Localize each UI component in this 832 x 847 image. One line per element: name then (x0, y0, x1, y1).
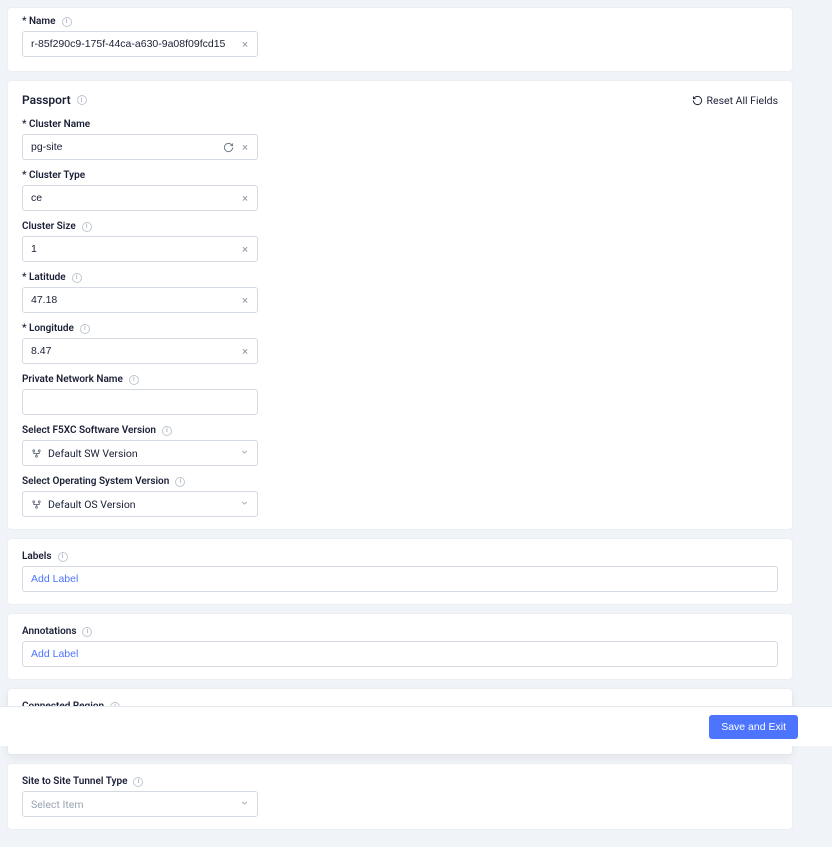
private-network-name-input[interactable] (22, 389, 258, 415)
os-version-value: Default OS Version (48, 498, 136, 511)
label-text: Cluster Size (22, 221, 76, 232)
info-icon[interactable]: i (162, 426, 172, 436)
info-icon[interactable]: i (175, 477, 185, 487)
cluster-size-input-wrap: × (22, 236, 258, 262)
annotations-input[interactable] (22, 641, 778, 667)
latitude-label: * Latitude i (22, 272, 778, 283)
private-network-name-label: Private Network Name i (22, 374, 778, 385)
branch-icon (31, 499, 42, 510)
cluster-type-label: * Cluster Type (22, 170, 778, 181)
cluster-size-input[interactable] (22, 236, 258, 262)
annotations-input-wrap (22, 641, 778, 667)
labels-field: Labels i (22, 551, 778, 592)
clear-icon[interactable]: × (239, 38, 251, 50)
passport-card: Passport i Reset All Fields * Cluster Na… (8, 81, 792, 529)
annotations-label: Annotations i (22, 626, 778, 637)
clear-icon[interactable]: × (239, 192, 251, 204)
latitude-input[interactable] (22, 287, 258, 313)
info-icon[interactable]: i (77, 95, 87, 105)
clear-icon[interactable]: × (239, 243, 251, 255)
name-card: * Name i × (8, 8, 792, 71)
reset-label: Reset All Fields (707, 94, 778, 107)
name-input[interactable] (22, 31, 258, 57)
name-label-text: * Name (22, 16, 56, 27)
longitude-label: * Longitude i (22, 323, 778, 334)
tunnel-type-select-wrap: Select Item (22, 791, 258, 817)
name-field: * Name i × (22, 16, 778, 57)
info-icon[interactable]: i (82, 222, 92, 232)
cluster-size-field: Cluster Size i × (22, 221, 778, 262)
software-version-field: Select F5XC Software Version i Default S… (22, 425, 778, 466)
label-text: Select F5XC Software Version (22, 425, 156, 436)
branch-icon (31, 448, 42, 459)
passport-title: Passport i (22, 93, 87, 107)
chevron-down-icon (240, 498, 249, 511)
save-and-exit-button[interactable]: Save and Exit (709, 715, 798, 739)
label-text: * Longitude (22, 323, 74, 334)
labels-input[interactable] (22, 566, 778, 592)
software-version-select[interactable]: Default SW Version (22, 440, 258, 466)
info-icon[interactable]: i (62, 17, 72, 27)
cluster-type-field: * Cluster Type × (22, 170, 778, 211)
cluster-size-label: Cluster Size i (22, 221, 778, 232)
longitude-input-wrap: × (22, 338, 258, 364)
passport-title-text: Passport (22, 93, 71, 107)
chevron-down-icon (240, 447, 249, 460)
info-icon[interactable]: i (80, 324, 90, 334)
tunnel-type-select[interactable]: Select Item (22, 791, 258, 817)
labels-card: Labels i (8, 539, 792, 604)
os-version-label: Select Operating System Version i (22, 476, 778, 487)
clear-icon[interactable]: × (239, 345, 251, 357)
cluster-name-field: * Cluster Name × (22, 119, 778, 160)
os-version-select[interactable]: Default OS Version (22, 491, 258, 517)
cluster-type-input-wrap: × (22, 185, 258, 211)
tunnel-type-label: Site to Site Tunnel Type i (22, 776, 778, 787)
info-icon[interactable]: i (58, 552, 68, 562)
passport-header: Passport i Reset All Fields (22, 93, 778, 107)
cluster-type-input[interactable] (22, 185, 258, 211)
os-version-field: Select Operating System Version i Defaul… (22, 476, 778, 517)
clear-icon[interactable]: × (239, 294, 251, 306)
name-input-wrap: × (22, 31, 258, 57)
private-network-name-field: Private Network Name i (22, 374, 778, 415)
software-version-value: Default SW Version (48, 447, 138, 460)
longitude-input[interactable] (22, 338, 258, 364)
reset-icon (692, 95, 703, 106)
clear-icon[interactable]: × (239, 141, 251, 153)
labels-input-wrap (22, 566, 778, 592)
label-text: Annotations (22, 626, 76, 637)
reset-all-fields-button[interactable]: Reset All Fields (692, 94, 778, 107)
os-version-select-wrap: Default OS Version (22, 491, 258, 517)
label-text: Private Network Name (22, 374, 123, 385)
tunnel-type-placeholder: Select Item (31, 798, 84, 811)
labels-label: Labels i (22, 551, 778, 562)
tunnel-type-field: Site to Site Tunnel Type i Select Item (22, 776, 778, 817)
software-version-label: Select F5XC Software Version i (22, 425, 778, 436)
annotations-field: Annotations i (22, 626, 778, 667)
longitude-field: * Longitude i × (22, 323, 778, 364)
name-label: * Name i (22, 16, 778, 27)
annotations-card: Annotations i (8, 614, 792, 679)
cluster-name-label: * Cluster Name (22, 119, 778, 130)
info-icon[interactable]: i (82, 627, 92, 637)
footer-bar: Save and Exit (0, 706, 832, 746)
label-text: Site to Site Tunnel Type (22, 776, 127, 787)
private-network-name-input-wrap (22, 389, 258, 415)
refresh-icon[interactable] (222, 141, 234, 153)
label-text: * Latitude (22, 272, 66, 283)
cluster-name-input-wrap: × (22, 134, 258, 160)
label-text: Select Operating System Version (22, 476, 169, 487)
latitude-field: * Latitude i × (22, 272, 778, 313)
info-icon[interactable]: i (129, 375, 139, 385)
software-version-select-wrap: Default SW Version (22, 440, 258, 466)
label-text: * Cluster Type (22, 170, 85, 181)
chevron-down-icon (240, 798, 249, 811)
tunnel-type-card: Site to Site Tunnel Type i Select Item (8, 764, 792, 829)
label-text: * Cluster Name (22, 119, 90, 130)
latitude-input-wrap: × (22, 287, 258, 313)
info-icon[interactable]: i (133, 777, 143, 787)
label-text: Labels (22, 551, 52, 562)
info-icon[interactable]: i (72, 273, 82, 283)
